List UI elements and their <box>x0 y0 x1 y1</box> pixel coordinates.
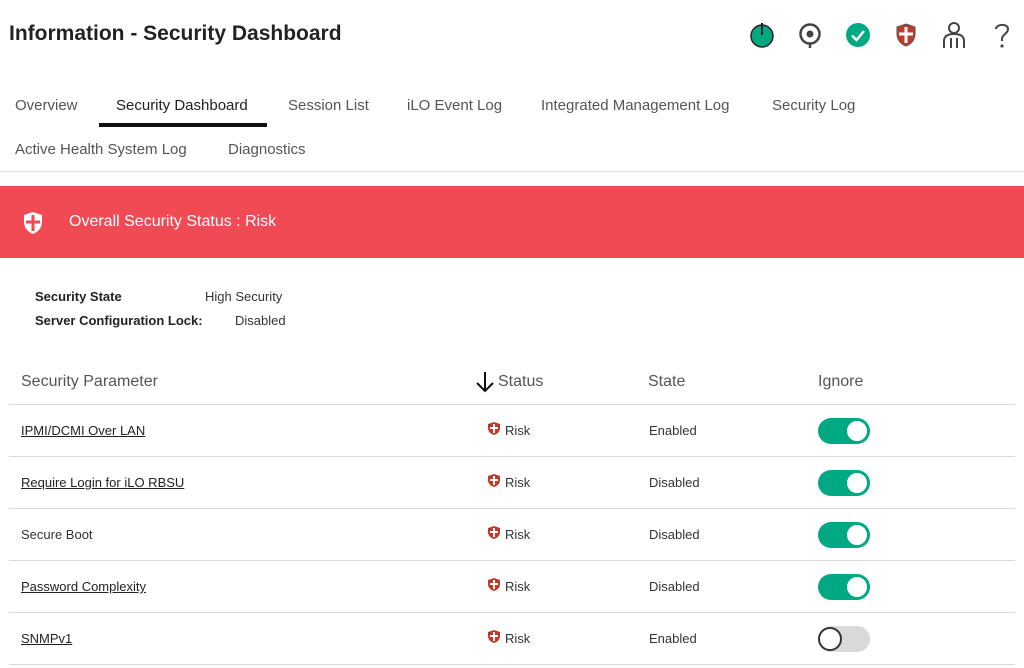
tab-overview[interactable]: Overview <box>15 83 78 127</box>
col-header-status[interactable]: Status <box>498 373 543 391</box>
config-lock-info: Server Configuration Lock: Disabled <box>35 313 286 328</box>
ignore-toggle[interactable] <box>818 418 870 444</box>
table-row: Require Login for iLO RBSU Risk Disabled <box>9 457 1015 509</box>
state-text: Disabled <box>649 579 700 594</box>
ignore-toggle[interactable] <box>818 470 870 496</box>
status-text: Risk <box>505 578 531 594</box>
security-shield-icon[interactable] <box>892 21 920 49</box>
table-row: Secure Boot Risk Disabled <box>9 509 1015 561</box>
ignore-toggle[interactable] <box>818 574 870 600</box>
overall-status-banner: Overall Security Status : Risk <box>0 186 1024 258</box>
param-text-secure-boot: Secure Boot <box>21 527 93 542</box>
sort-arrow-down-icon[interactable] <box>475 370 495 399</box>
status-cell: Risk <box>487 629 530 647</box>
status-cell: Risk <box>487 525 530 543</box>
power-icon[interactable] <box>748 21 776 49</box>
ignore-toggle[interactable] <box>818 522 870 548</box>
status-text: Risk <box>505 630 531 646</box>
param-link-ipmi-dcmi[interactable]: IPMI/DCMI Over LAN <box>21 423 145 438</box>
tab-security-dashboard[interactable]: Security Dashboard <box>99 83 267 127</box>
security-state-value: High Security <box>205 289 283 304</box>
risk-shield-icon <box>487 629 501 647</box>
status-text: Risk <box>505 526 531 542</box>
security-state-info: Security State High Security <box>35 289 282 304</box>
tab-diagnostics[interactable]: Diagnostics <box>228 127 306 171</box>
state-text: Disabled <box>649 475 700 490</box>
config-lock-value: Disabled <box>235 313 286 328</box>
table-row: SNMPv1 Risk Enabled <box>9 613 1015 665</box>
tab-ilo-event-log[interactable]: iLO Event Log <box>407 83 502 127</box>
risk-shield-icon <box>487 525 501 543</box>
param-link-require-login-rbsu[interactable]: Require Login for iLO RBSU <box>21 475 184 490</box>
state-text: Disabled <box>649 527 700 542</box>
page-title: Information - Security Dashboard <box>9 22 342 45</box>
state-text: Enabled <box>649 423 697 438</box>
col-header-state[interactable]: State <box>648 373 685 391</box>
table-header: Security Parameter Status State Ignore <box>9 360 1015 405</box>
user-icon[interactable] <box>940 21 968 49</box>
tab-bar-row1: Overview Security Dashboard Session List… <box>0 83 1024 127</box>
toggle-knob <box>845 575 869 599</box>
tab-bar-row2: Active Health System Log Diagnostics <box>0 127 1024 171</box>
param-link-snmpv1[interactable]: SNMPv1 <box>21 631 72 646</box>
status-text: Risk <box>505 422 531 438</box>
shield-icon <box>22 211 44 240</box>
tab-session-list[interactable]: Session List <box>288 83 369 127</box>
table-row: Password Complexity Risk Disabled <box>9 561 1015 613</box>
risk-shield-icon <box>487 421 501 439</box>
status-cell: Risk <box>487 473 530 491</box>
col-header-ignore[interactable]: Ignore <box>818 373 863 391</box>
help-icon[interactable] <box>988 21 1016 49</box>
toggle-knob <box>818 627 842 651</box>
tab-security-log[interactable]: Security Log <box>772 83 855 127</box>
table-row: IPMI/DCMI Over LAN Risk Enabled <box>9 405 1015 457</box>
risk-shield-icon <box>487 577 501 595</box>
tab-active-health-system-log[interactable]: Active Health System Log <box>15 127 187 171</box>
status-text: Risk <box>505 474 531 490</box>
col-header-parameter[interactable]: Security Parameter <box>21 373 158 391</box>
status-cell: Risk <box>487 577 530 595</box>
state-text: Enabled <box>649 631 697 646</box>
header-toolbar <box>724 19 1024 53</box>
status-ok-icon[interactable] <box>844 21 872 49</box>
toggle-knob <box>845 523 869 547</box>
param-link-password-complexity[interactable]: Password Complexity <box>21 579 146 594</box>
tabs-divider <box>0 171 1024 172</box>
toggle-knob <box>845 471 869 495</box>
ignore-toggle[interactable] <box>818 626 870 652</box>
overall-status-text: Overall Security Status : Risk <box>69 213 277 230</box>
status-cell: Risk <box>487 421 530 439</box>
config-lock-label: Server Configuration Lock: <box>35 313 203 328</box>
toggle-knob <box>845 419 869 443</box>
health-target-icon[interactable] <box>796 21 824 49</box>
risk-shield-icon <box>487 473 501 491</box>
security-state-label: Security State <box>35 289 122 304</box>
tab-integrated-management-log[interactable]: Integrated Management Log <box>541 83 729 127</box>
